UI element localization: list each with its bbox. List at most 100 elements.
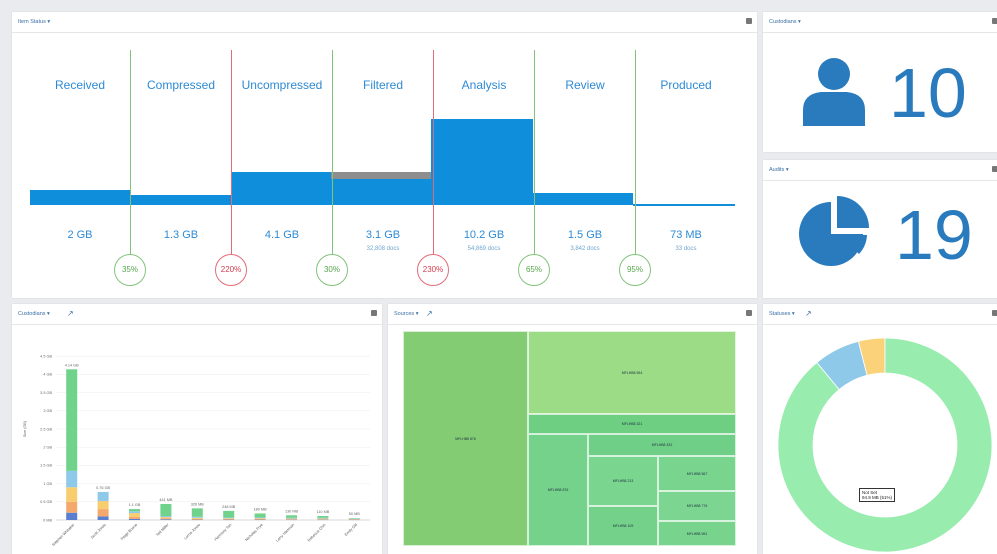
treemap-tile-label: MFLHB8 109 [613, 524, 634, 528]
bar-segment[interactable] [160, 504, 171, 516]
ratio-badge[interactable]: 65% [518, 254, 550, 286]
bar-segment[interactable] [160, 518, 171, 519]
ratio-badge[interactable]: 220% [215, 254, 247, 286]
grid-menu-icon[interactable] [992, 166, 997, 172]
stage-label: Filtered [333, 78, 433, 92]
stage-bar[interactable] [633, 204, 735, 206]
treemap-tile[interactable]: MFLHB8 213 [588, 456, 658, 506]
bar-segment[interactable] [223, 517, 234, 518]
custodians-chart-panel: Custodians ▾ ↗ 0 MB0.5 GB1 GB1.5 GB2 GB2… [12, 304, 382, 554]
treemap-tile[interactable]: MFLHB8 776 [658, 491, 736, 521]
ratio-badge[interactable]: 30% [316, 254, 348, 286]
y-tick-label: 4.5 GB [40, 355, 52, 359]
bar-segment[interactable] [192, 508, 203, 516]
stage-bar[interactable] [533, 193, 633, 205]
treemap-tile-label: MFLHB8 776 [687, 504, 708, 508]
bar-segment[interactable] [66, 487, 77, 502]
grid-menu-icon[interactable] [371, 310, 377, 316]
grid-menu-icon[interactable] [746, 310, 752, 316]
workflow-title[interactable]: Item Status ▾ [18, 19, 50, 25]
stage-bar[interactable] [431, 119, 533, 205]
y-tick-label: 3 GB [43, 409, 52, 413]
bar-segment[interactable] [129, 519, 140, 520]
stage-label: Compressed [131, 78, 231, 92]
bar-segment[interactable] [192, 518, 203, 519]
treemap-tile[interactable]: MFLHB8 432 [588, 434, 736, 456]
stage-docs: 32,808 docs [333, 246, 433, 252]
treemap-tile-label: MFLHB8 432 [652, 443, 673, 447]
bar-segment[interactable] [223, 519, 234, 520]
ratio-badge[interactable]: 35% [114, 254, 146, 286]
stage-bar[interactable] [231, 172, 331, 205]
bar-segment[interactable] [317, 518, 328, 519]
treemap-tile[interactable]: MFLHB8 876 [528, 434, 588, 546]
custodians-count: 10 [889, 58, 967, 128]
stage-docs: 3,842 docs [535, 246, 635, 252]
bar-segment[interactable] [223, 511, 234, 518]
stage-label: Produced [636, 78, 736, 92]
grid-menu-icon[interactable] [992, 310, 997, 316]
bar-segment[interactable] [317, 519, 328, 520]
expand-icon[interactable]: ↗ [67, 309, 74, 318]
bar-segment[interactable] [192, 517, 203, 518]
expand-icon[interactable]: ↗ [805, 309, 812, 318]
bar-segment[interactable] [129, 517, 140, 519]
stage-divider [130, 50, 131, 255]
statuses-title[interactable]: Statuses ▾ [769, 311, 795, 317]
treemap-tile-label: MFLHB8 876 [455, 437, 476, 441]
bar-segment[interactable] [129, 513, 140, 517]
donut-slice[interactable] [778, 338, 992, 552]
bar-segment[interactable] [98, 492, 109, 501]
custodians-bar-chart: 0 MB0.5 GB1 GB1.5 GB2 GB2.5 GB3 GB3.5 GB… [12, 324, 382, 554]
x-tick-label: Harmony Tan [214, 523, 233, 542]
custodians-chart-title[interactable]: Custodians ▾ [18, 311, 50, 317]
grid-menu-icon[interactable] [746, 18, 752, 24]
y-axis-label: Size (GB) [23, 420, 27, 437]
stage-bar[interactable] [30, 190, 130, 205]
bar-segment[interactable] [66, 369, 77, 471]
bar-segment[interactable] [66, 513, 77, 520]
bar-segment[interactable] [160, 519, 171, 520]
treemap-tile[interactable]: MFLHB8 567 [658, 456, 736, 491]
bar-segment[interactable] [255, 517, 266, 518]
bar-segment[interactable] [98, 509, 109, 516]
ratio-badge[interactable]: 230% [417, 254, 449, 286]
bar-segment[interactable] [129, 511, 140, 513]
stage-bar[interactable] [131, 195, 231, 205]
bar-segment[interactable] [255, 519, 266, 520]
y-tick-label: 4 GB [43, 373, 52, 377]
custodians-card-title[interactable]: Custodians ▾ [769, 19, 801, 25]
stage-divider [433, 50, 434, 255]
treemap-tile[interactable]: MFLHB8 654 [528, 331, 736, 414]
expand-icon[interactable]: ↗ [426, 309, 433, 318]
bar-segment[interactable] [129, 509, 140, 511]
bar-segment[interactable] [223, 518, 234, 519]
custodians-card-header: Custodians ▾ [763, 12, 997, 33]
stage-label: Analysis [434, 78, 534, 92]
bar-value-label: 0.76 GB [96, 486, 110, 490]
x-tick-label: Rebecca Chin [307, 523, 327, 543]
bar-segment[interactable] [160, 517, 171, 518]
bar-segment[interactable] [255, 513, 266, 517]
bar-segment[interactable] [160, 516, 171, 517]
bar-segment[interactable] [286, 515, 297, 518]
user-icon [801, 56, 867, 126]
sources-title[interactable]: Sources ▾ [394, 311, 418, 317]
ratio-badge[interactable]: 95% [619, 254, 651, 286]
treemap-tile[interactable]: MFLHB8 109 [588, 506, 658, 546]
bar-segment[interactable] [192, 519, 203, 520]
treemap-tile[interactable]: MFLHB8 321 [528, 414, 736, 434]
treemap-tile[interactable]: MFLHB8 991 [658, 521, 736, 546]
bar-segment[interactable] [255, 518, 266, 519]
bar-segment[interactable] [286, 519, 297, 520]
treemap-tile[interactable]: MFLHB8 876 [403, 331, 528, 546]
bar-segment[interactable] [286, 518, 297, 519]
y-tick-label: 2 GB [43, 446, 52, 450]
audits-card-title[interactable]: Audits ▾ [769, 167, 789, 173]
bar-segment[interactable] [66, 502, 77, 513]
bar-segment[interactable] [98, 516, 109, 520]
bar-segment[interactable] [98, 501, 109, 509]
bar-segment[interactable] [66, 471, 77, 487]
grid-menu-icon[interactable] [992, 18, 997, 24]
bar-segment[interactable] [317, 516, 328, 518]
